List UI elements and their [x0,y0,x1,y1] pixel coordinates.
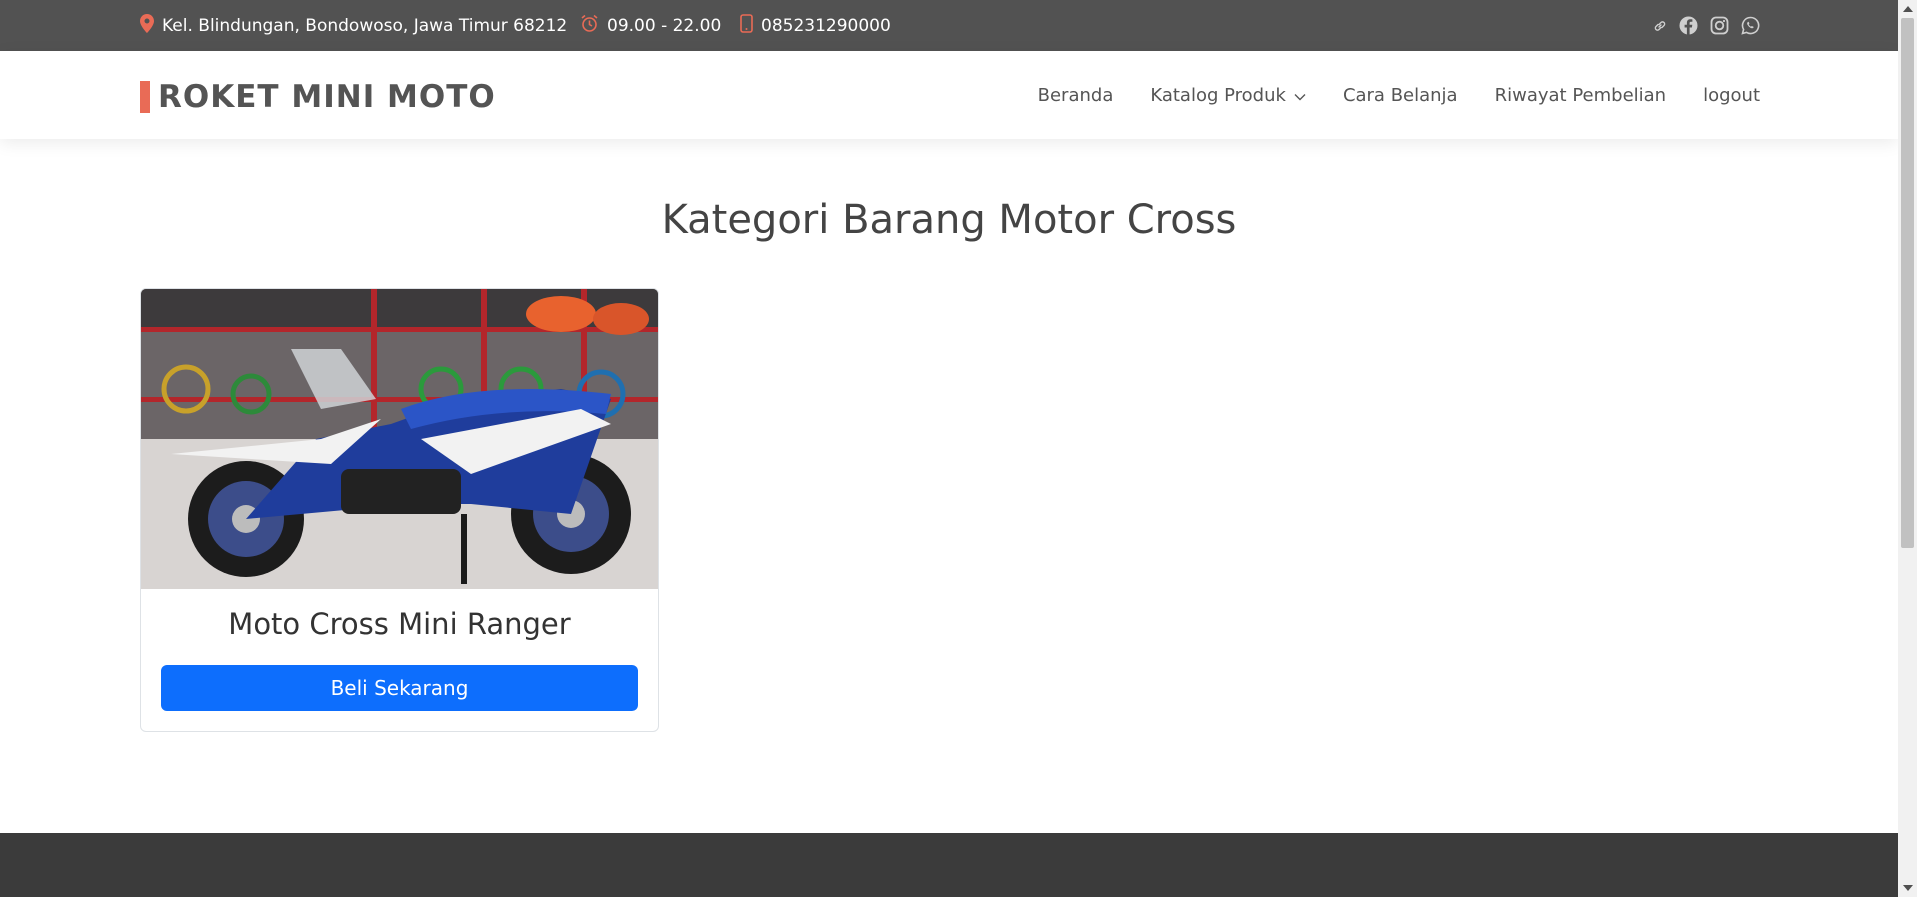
phone-text: 085231290000 [761,15,891,36]
whatsapp-icon[interactable] [1741,16,1760,35]
nav-katalog-produk[interactable]: Katalog Produk [1150,85,1306,106]
main-nav: Beranda Katalog Produk Cara Belanja Riwa… [1038,51,1760,139]
site-footer [0,833,1898,897]
instagram-icon[interactable] [1710,16,1729,35]
nav-beranda[interactable]: Beranda [1038,85,1114,106]
nav-riwayat-pembelian[interactable]: Riwayat Pembelian [1495,85,1666,106]
link-icon[interactable] [1653,19,1667,33]
page-title: Kategori Barang Motor Cross [661,197,1237,243]
nav-cara-belanja[interactable]: Cara Belanja [1343,85,1458,106]
scroll-up-arrow-icon[interactable] [1903,6,1913,12]
brand-name: ROKET MINI MOTO [158,79,496,115]
site-header: ROKET MINI MOTO Beranda Katalog Produk C… [0,51,1898,139]
facebook-icon[interactable] [1679,16,1698,35]
alarm-clock-icon [580,14,599,38]
scroll-down-arrow-icon[interactable] [1903,885,1913,891]
product-card: Moto Cross Mini Ranger Beli Sekarang [140,288,659,732]
product-image[interactable] [141,289,658,589]
nav-logout[interactable]: logout [1703,85,1760,106]
top-info-bar: Kel. Blindungan, Bondowoso, Jawa Timur 6… [0,0,1898,51]
hours-info: 09.00 - 22.00 [580,0,721,51]
map-pin-icon [140,13,154,38]
chevron-down-icon [1294,85,1306,106]
brand-accent-bar [140,81,150,113]
hours-text: 09.00 - 22.00 [607,15,722,36]
address-text: Kel. Blindungan, Bondowoso, Jawa Timur 6… [162,15,568,36]
social-links [1653,0,1760,51]
brand-logo[interactable]: ROKET MINI MOTO [140,79,496,115]
nav-katalog-label: Katalog Produk [1150,84,1286,106]
phone-info: 085231290000 [740,0,891,51]
page-scrollbar[interactable] [1898,0,1917,897]
scrollbar-thumb[interactable] [1901,18,1914,548]
buy-now-button[interactable]: Beli Sekarang [161,665,638,711]
product-name: Moto Cross Mini Ranger [228,607,571,641]
address-info: Kel. Blindungan, Bondowoso, Jawa Timur 6… [140,0,567,51]
phone-icon [740,13,753,38]
